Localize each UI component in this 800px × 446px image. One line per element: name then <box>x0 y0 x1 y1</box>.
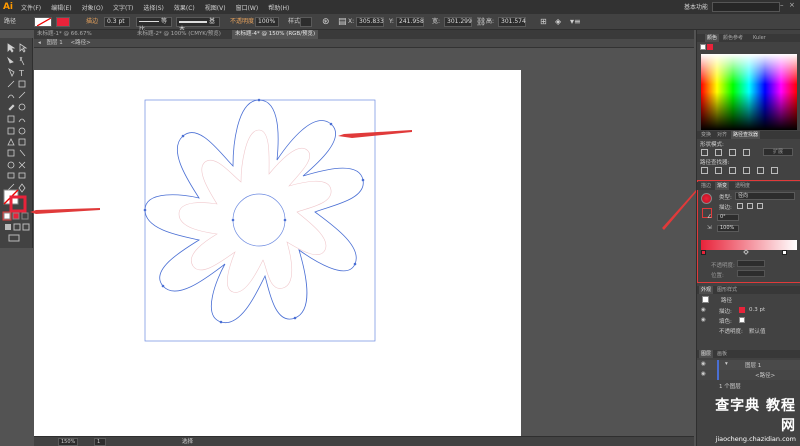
watermark-url: jiaocheng.chazidian.com <box>715 435 796 443</box>
page-field[interactable]: 1 <box>94 438 106 446</box>
sublayer-eye-icon[interactable]: ◉ <box>701 371 706 377</box>
gradient-opacity-label: 不透明度: <box>711 263 735 269</box>
appearance-stroke-label[interactable]: 描边: <box>719 307 732 315</box>
layers-status: 1 个图层 <box>719 384 741 390</box>
layer-eye-icon[interactable]: ◉ <box>701 361 706 367</box>
gradient-type-select[interactable]: 径向 <box>735 192 795 200</box>
color-fill-swatch[interactable] <box>700 44 706 50</box>
tab-kuler[interactable]: Kuler <box>751 34 768 42</box>
stroke-across-icon[interactable] <box>757 203 763 209</box>
sublayer-name: <路径> <box>755 373 776 379</box>
appearance-fill-swatch[interactable] <box>739 317 745 323</box>
gradient-location-label: 位置: <box>711 273 724 279</box>
unite-icon <box>701 149 708 156</box>
visibility-eye-icon-2[interactable]: ◉ <box>701 317 706 323</box>
gradient-location-field[interactable] <box>737 270 765 277</box>
annotation-arrow-left <box>30 208 100 214</box>
gradient-stop-start[interactable] <box>701 250 706 255</box>
shape-mode-buttons[interactable] <box>701 149 761 156</box>
tab-layers[interactable]: 图层 <box>699 350 714 358</box>
gradient-panel-tabs: 描边 渐变 透明度 <box>697 182 800 190</box>
gradient-angle-field[interactable]: 0° <box>717 214 739 221</box>
pathfinder-panel-tabs: 变换 对齐 路径查找器 <box>697 131 800 139</box>
shape-modes-label: 形状模式: <box>700 142 724 148</box>
stroke-within-icon[interactable] <box>737 203 743 209</box>
current-tool: 选择 <box>182 439 194 445</box>
appearance-fill-label[interactable]: 填色: <box>719 317 732 325</box>
gradient-opacity-field[interactable] <box>737 260 765 267</box>
pathfinders-label: 路径查找器: <box>700 160 730 166</box>
angle-icon: ∠ <box>707 214 712 220</box>
sublayer-row[interactable]: ◉ <路径> <box>697 370 800 380</box>
tab-align[interactable]: 对齐 <box>715 131 729 139</box>
layer-expand-icon[interactable]: ▾ <box>725 361 728 367</box>
tab-transparency[interactable]: 透明度 <box>733 182 752 190</box>
tab-stroke[interactable]: 描边 <box>699 182 713 190</box>
appearance-stroke-value: 0.3 pt <box>749 307 766 313</box>
layer-name: 图层 1 <box>745 363 762 369</box>
tab-pathfinder[interactable]: 路径查找器 <box>731 131 761 139</box>
appearance-stroke-swatch[interactable] <box>739 307 745 313</box>
expand-button[interactable]: 扩展 <box>763 148 793 156</box>
tab-artboards[interactable]: 画板 <box>715 350 729 358</box>
status-bar: 150% 1 选择 <box>34 436 694 446</box>
annotation-arrow-right <box>662 186 700 230</box>
exclude-icon <box>743 149 750 156</box>
pathfinder-buttons[interactable] <box>701 167 791 174</box>
stroke-along-icon[interactable] <box>747 203 753 209</box>
layer-row[interactable]: ◉ ▾ 图层 1 <box>697 360 800 370</box>
appearance-title: 路径 <box>721 298 733 304</box>
gradient-preview[interactable] <box>701 193 712 204</box>
tab-color-guide[interactable]: 颜色参考 <box>721 34 745 42</box>
color-spectrum[interactable] <box>701 54 797 130</box>
color-stroke-swatch[interactable] <box>707 44 713 50</box>
panel-dock: 颜色 颜色参考 Kuler 变换 对齐 路径查找器 形状模式: 扩展 路径查找器… <box>696 30 800 446</box>
gradient-ratio-field[interactable]: 100% <box>717 225 739 232</box>
aspect-ratio-icon: ⇲ <box>707 225 712 231</box>
tab-transform[interactable]: 变换 <box>699 131 713 139</box>
appearance-opacity-value: 默认值 <box>749 329 766 335</box>
zoom-field[interactable]: 150% <box>58 438 78 446</box>
visibility-eye-icon[interactable]: ◉ <box>701 307 706 313</box>
tab-appearance[interactable]: 外观 <box>699 286 714 294</box>
tab-graphic-styles[interactable]: 图形样式 <box>715 286 739 294</box>
gradient-type-label: 类型: <box>719 195 732 201</box>
watermark: 查字典 教程 网 jiaocheng.chazidian.com <box>697 395 796 443</box>
annotation-overlay <box>30 186 700 230</box>
gradient-slider[interactable] <box>701 240 797 250</box>
appearance-panel-tabs: 外观 图形样式 <box>697 286 800 294</box>
appearance-thumbnail <box>702 296 709 303</box>
layers-panel-tabs: 图层 画板 <box>697 350 800 358</box>
appearance-opacity-label[interactable]: 不透明度: <box>719 327 743 335</box>
tab-gradient[interactable]: 渐变 <box>715 182 730 190</box>
gradient-stop-end[interactable] <box>782 250 787 255</box>
watermark-title: 查字典 教程 网 <box>715 398 796 434</box>
gradient-stroke-label: 描边: <box>719 205 732 211</box>
intersect-icon <box>729 149 736 156</box>
tab-color[interactable]: 颜色 <box>705 34 720 42</box>
color-panel-tabs: 颜色 颜色参考 Kuler <box>697 34 800 42</box>
minus-front-icon <box>715 149 722 156</box>
